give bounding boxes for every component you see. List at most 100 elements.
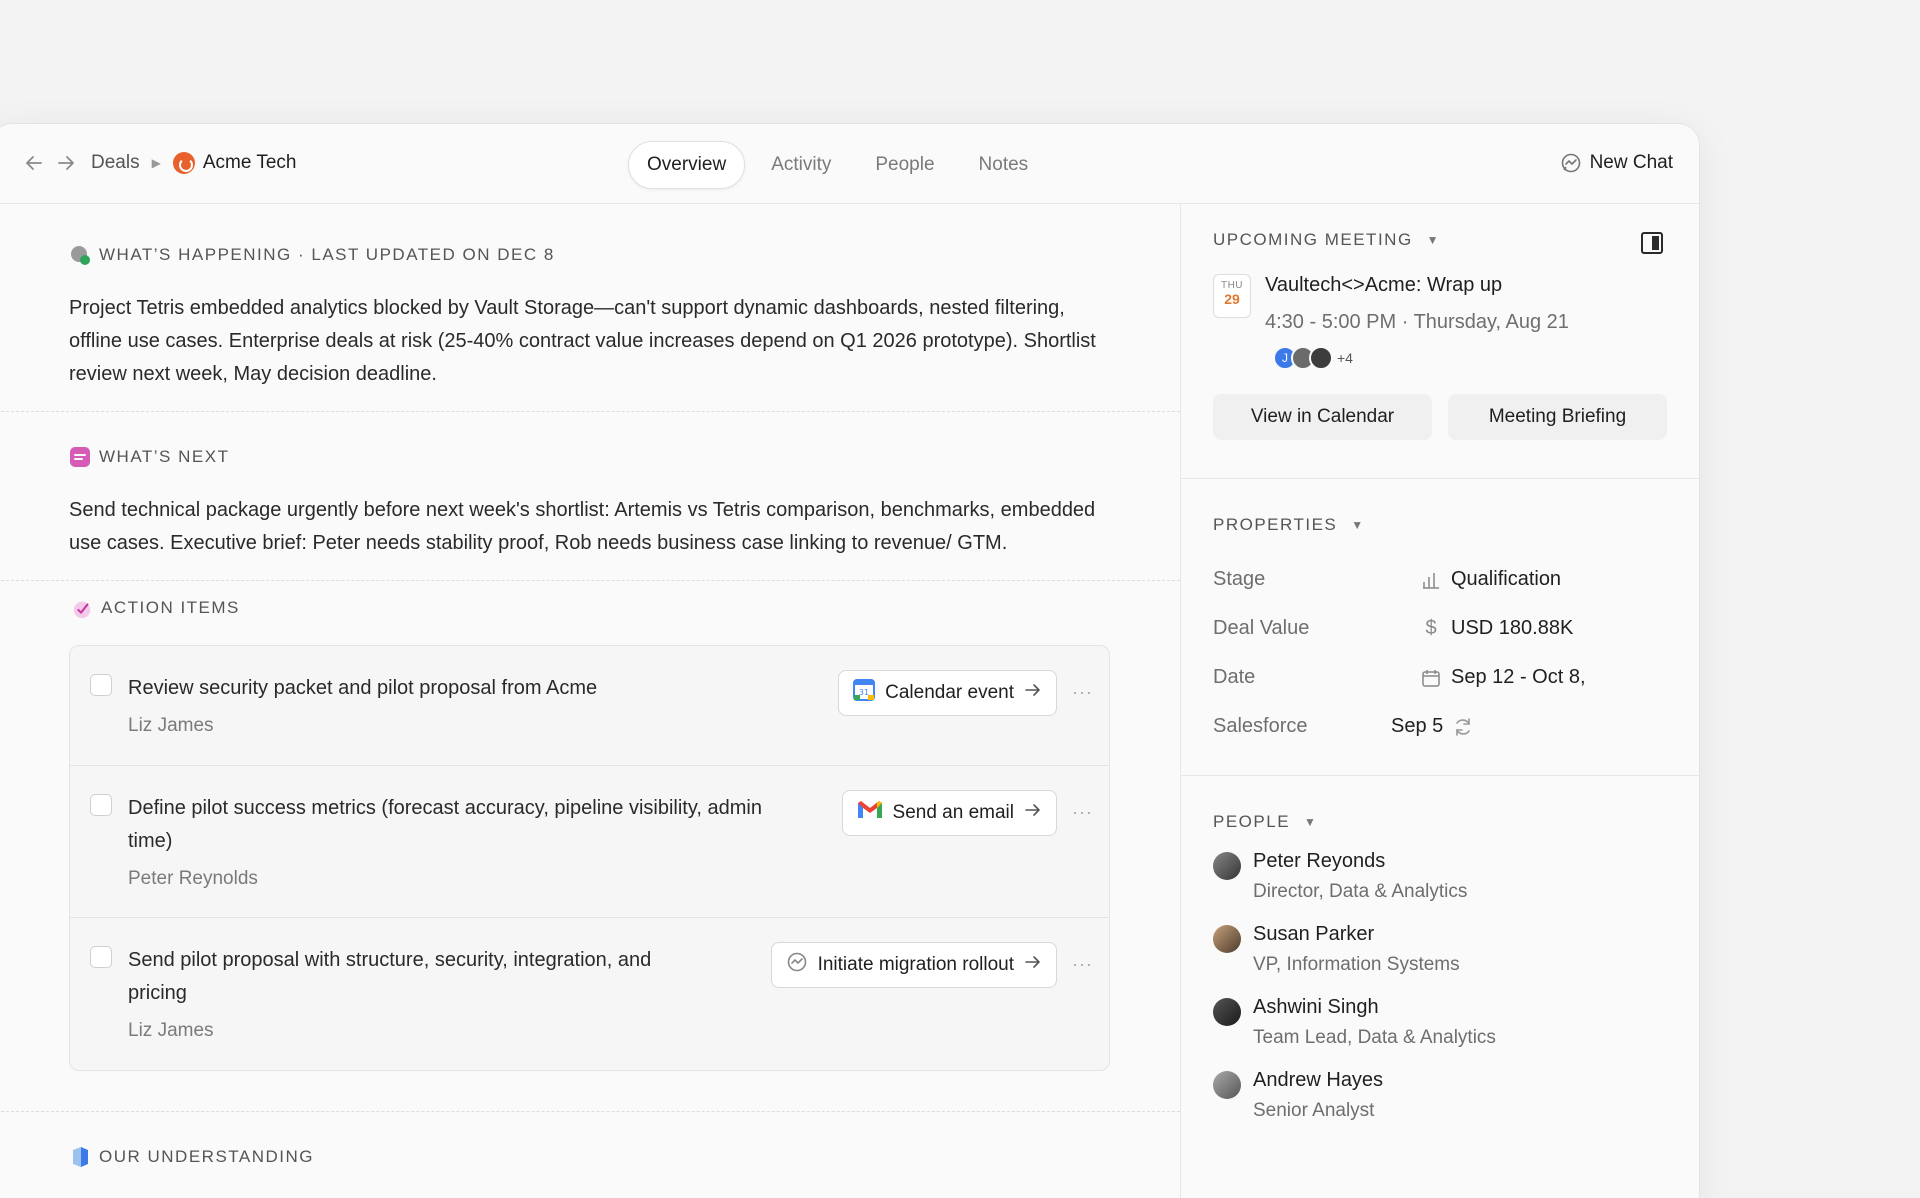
property-stage[interactable]: Stage Qualification	[1213, 555, 1667, 604]
person-role: Senior Analyst	[1253, 1100, 1375, 1121]
back-arrow-icon[interactable]	[23, 152, 45, 174]
understanding-title: OUR UNDERSTANDING	[99, 1147, 315, 1166]
person-item[interactable]: Peter Reyonds Director, Data & Analytics	[1213, 850, 1667, 903]
chat-icon	[786, 951, 808, 979]
action-checkbox[interactable]	[90, 794, 112, 816]
more-options-icon[interactable]: ···	[1072, 954, 1093, 975]
section-happening: WHAT’S HAPPENING · LAST UPDATED ON DEC 8…	[0, 204, 1180, 411]
arrow-right-icon	[1024, 801, 1042, 825]
caret-down-icon: ▼	[1426, 233, 1441, 247]
property-key: Stage	[1213, 568, 1266, 590]
nav-arrows	[23, 152, 77, 174]
properties-header[interactable]: PROPERTIES ▼	[1213, 515, 1667, 535]
meeting-card: THU 29 Vaultech<>Acme: Wrap up 4:30 - 5:…	[1213, 274, 1667, 370]
next-header: WHAT’S NEXT	[69, 446, 1110, 468]
person-item[interactable]: Andrew Hayes Senior Analyst	[1213, 1069, 1667, 1122]
person-name: Susan Parker	[1253, 923, 1375, 945]
calendar-icon	[1421, 668, 1441, 688]
tab-notes[interactable]: Notes	[961, 142, 1047, 188]
action-title: Send pilot proposal with structure, secu…	[128, 949, 652, 1004]
send-email-label: Send an email	[892, 802, 1014, 823]
initiate-migration-button[interactable]: Initiate migration rollout	[770, 942, 1057, 988]
property-deal-value[interactable]: Deal Value $ USD 180.88K	[1213, 604, 1667, 653]
understanding-header: OUR UNDERSTANDING	[69, 1146, 1110, 1168]
section-next: WHAT’S NEXT Send technical package urgen…	[0, 411, 1180, 580]
happening-icon	[69, 244, 91, 266]
properties-section: PROPERTIES ▼ Stage Qualification Deal Va…	[1181, 479, 1699, 776]
main-content: WHAT’S HAPPENING · LAST UPDATED ON DEC 8…	[0, 204, 1181, 1198]
people-section: PEOPLE ▼ Peter Reyonds Director, Data & …	[1181, 776, 1699, 1168]
next-title: WHAT’S NEXT	[99, 447, 230, 466]
view-in-calendar-button[interactable]: View in Calendar	[1213, 394, 1432, 440]
person-role: VP, Information Systems	[1253, 954, 1460, 975]
avatar	[1309, 346, 1333, 370]
action-checkbox[interactable]	[90, 674, 112, 696]
gmail-icon	[857, 800, 883, 826]
arrow-right-icon	[1024, 953, 1042, 977]
initiate-migration-label: Initiate migration rollout	[817, 954, 1014, 975]
refresh-icon[interactable]	[1453, 717, 1473, 737]
meeting-title[interactable]: Vaultech<>Acme: Wrap up	[1265, 274, 1667, 297]
action-title: Define pilot success metrics (forecast a…	[128, 797, 762, 852]
new-chat-label: New Chat	[1589, 152, 1673, 173]
properties-title: PROPERTIES	[1213, 515, 1338, 534]
tab-activity[interactable]: Activity	[753, 142, 849, 188]
happening-title: WHAT’S HAPPENING · LAST UPDATED ON DEC 8	[99, 245, 555, 264]
chat-icon	[1560, 152, 1582, 174]
forward-arrow-icon[interactable]	[55, 152, 77, 174]
next-body: Send technical package urgently before n…	[69, 499, 1096, 554]
property-value: Qualification	[1451, 568, 1562, 590]
people-header[interactable]: PEOPLE ▼	[1213, 812, 1667, 832]
breadcrumb-caret-icon: ▶	[151, 156, 161, 170]
caret-down-icon: ▼	[1351, 518, 1365, 532]
app-window: Deals ▶ Acme Tech Overview Activity Peop…	[0, 123, 1700, 1198]
people-title: PEOPLE	[1213, 812, 1291, 831]
next-icon	[69, 446, 91, 468]
action-checkbox[interactable]	[90, 946, 112, 968]
breadcrumb-deals[interactable]: Deals	[91, 152, 140, 174]
properties-list: Stage Qualification Deal Value $ USD 180…	[1213, 555, 1667, 751]
property-date[interactable]: Date Sep 12 - Oct 8,	[1213, 653, 1667, 702]
avatar	[1213, 925, 1241, 953]
new-chat-button[interactable]: New Chat	[1560, 152, 1673, 174]
property-value: USD 180.88K	[1451, 617, 1574, 639]
upcoming-meeting-header[interactable]: UPCOMING MEETING ▼	[1213, 230, 1667, 250]
tab-people[interactable]: People	[857, 142, 952, 188]
property-key: Date	[1213, 666, 1256, 688]
upcoming-meeting-title: UPCOMING MEETING	[1213, 230, 1413, 249]
tab-overview[interactable]: Overview	[628, 141, 746, 189]
more-options-icon[interactable]: ···	[1072, 802, 1093, 823]
meeting-attendees[interactable]: J +4	[1273, 346, 1667, 370]
people-list: Peter Reyonds Director, Data & Analytics…	[1213, 850, 1667, 1122]
meeting-dow: THU	[1220, 280, 1244, 291]
breadcrumb-company[interactable]: Acme Tech	[203, 152, 297, 174]
calendar-event-button[interactable]: 31 Calendar event	[838, 670, 1057, 716]
meeting-time: 4:30 - 5:00 PM · Thursday, Aug 21	[1265, 311, 1569, 333]
action-item: Define pilot success metrics (forecast a…	[70, 766, 1109, 918]
person-name: Peter Reyonds	[1253, 850, 1386, 872]
happening-body: Project Tetris embedded analytics blocke…	[69, 297, 1096, 385]
top-bar: Deals ▶ Acme Tech Overview Activity Peop…	[0, 124, 1699, 204]
action-items-icon	[71, 597, 93, 619]
meeting-briefing-button[interactable]: Meeting Briefing	[1448, 394, 1667, 440]
caret-down-icon: ▼	[1304, 815, 1318, 829]
person-item[interactable]: Ashwini Singh Team Lead, Data & Analytic…	[1213, 996, 1667, 1049]
person-item[interactable]: Susan Parker VP, Information Systems	[1213, 923, 1667, 976]
actions-header: ACTION ITEMS	[69, 597, 1110, 619]
upcoming-meeting-section: UPCOMING MEETING ▼ THU 29 Vaultech<>Acme…	[1181, 204, 1699, 479]
understanding-icon	[69, 1146, 91, 1168]
action-owner: Liz James	[128, 715, 214, 736]
send-email-button[interactable]: Send an email	[841, 790, 1057, 836]
person-name: Andrew Hayes	[1253, 1069, 1384, 1091]
bar-chart-icon	[1421, 570, 1441, 590]
svg-text:31: 31	[859, 688, 869, 697]
action-item: Review security packet and pilot proposa…	[70, 646, 1109, 766]
panel-toggle-icon[interactable]	[1641, 232, 1663, 254]
person-role: Director, Data & Analytics	[1253, 881, 1468, 902]
right-sidebar: UPCOMING MEETING ▼ THU 29 Vaultech<>Acme…	[1181, 204, 1699, 1198]
property-salesforce[interactable]: Salesforce Sep 5	[1213, 702, 1667, 751]
more-options-icon[interactable]: ···	[1072, 682, 1093, 703]
action-owner: Liz James	[128, 1020, 214, 1041]
arrow-right-icon	[1024, 681, 1042, 705]
breadcrumb: Deals ▶ Acme Tech	[91, 152, 296, 174]
